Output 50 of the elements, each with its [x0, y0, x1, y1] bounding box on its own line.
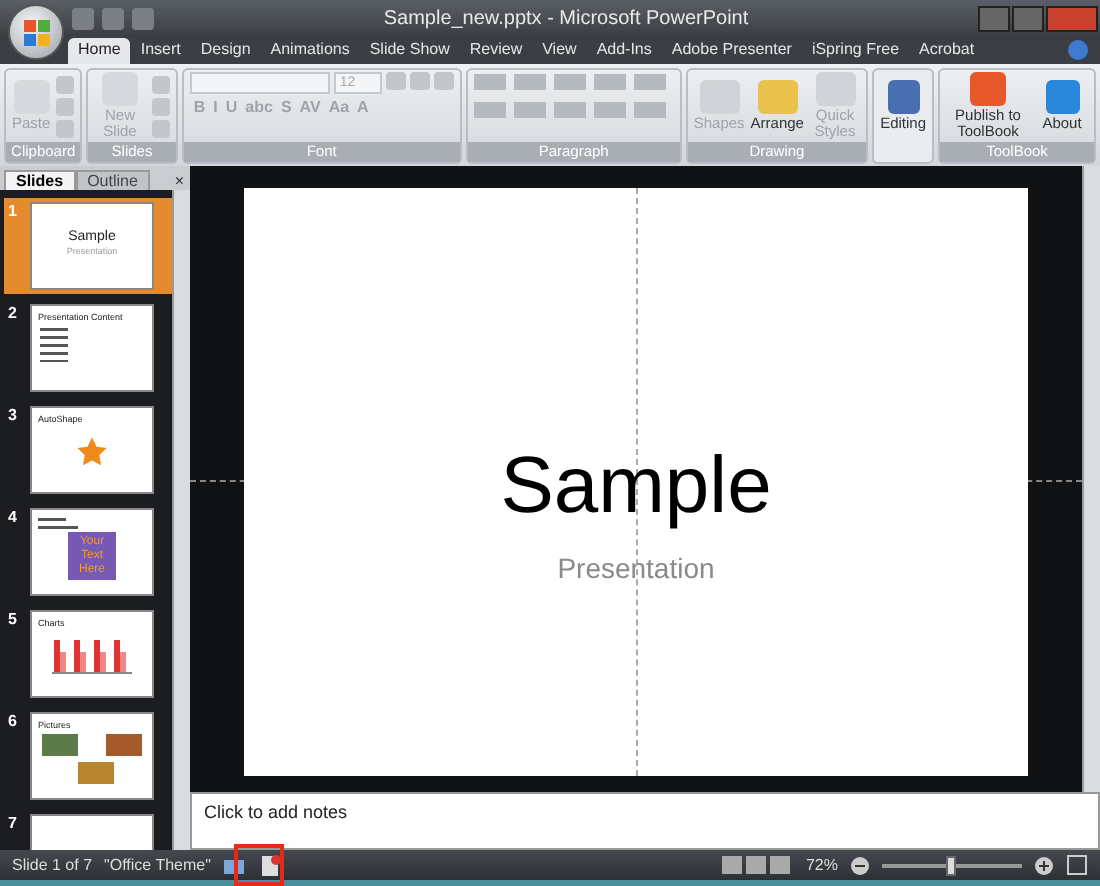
slide-number: 7 [8, 814, 19, 834]
ribbon-tab[interactable]: Insert [130, 38, 191, 64]
ribbon-tab[interactable]: Animations [260, 38, 360, 64]
slide-number: 5 [8, 610, 19, 630]
zoom-out-icon[interactable] [850, 855, 870, 875]
ribbon-tab[interactable]: iSpring Free [801, 38, 910, 64]
toolbar-icon[interactable] [409, 72, 430, 90]
office-button[interactable] [8, 4, 64, 60]
zoom-slider-thumb[interactable] [946, 855, 956, 875]
star-icon [76, 436, 108, 468]
toolbar-icon[interactable] [433, 72, 454, 90]
close-button[interactable]: × [174, 172, 184, 190]
toolbar-icon[interactable] [385, 72, 406, 90]
ribbon-tab[interactable]: Design [190, 38, 261, 64]
slide-title[interactable]: Sample [500, 442, 772, 532]
scrollbar[interactable] [1082, 166, 1100, 792]
help-icon[interactable] [1068, 40, 1088, 60]
font-name-field[interactable] [189, 72, 330, 94]
heading-lines-icon [38, 516, 82, 532]
ribbon-tab[interactable]: Slide Show [359, 38, 460, 64]
highlight-frame [234, 844, 284, 886]
slide-thumbnail-row[interactable]: 7 [4, 810, 172, 850]
slide-number: 4 [8, 508, 19, 528]
ribbon-tab[interactable]: Add-Ins [586, 38, 662, 64]
document-icon[interactable] [258, 853, 283, 877]
ribbon-tab[interactable]: Acrobat [909, 38, 985, 64]
zoom-level: 72% [805, 856, 838, 874]
fit-window-icon[interactable] [1066, 854, 1088, 876]
scrollbar[interactable] [172, 190, 190, 850]
panel-tab[interactable]: Slides [4, 170, 76, 190]
slide-number: 1 [8, 202, 19, 222]
ribbon-tab[interactable]: Home [68, 38, 131, 64]
slide-counter: Slide 1 of 7 [12, 856, 93, 874]
slide-number: 3 [8, 406, 19, 426]
window-title: Sample_new.pptx - Microsoft PowerPoint [381, 7, 751, 29]
maximize-button[interactable] [1012, 5, 1044, 31]
close-button[interactable] [1046, 5, 1098, 31]
slide-number: 2 [8, 304, 19, 324]
ribbon-tab[interactable]: Adobe Presenter [661, 38, 802, 64]
photo-placeholder [38, 730, 146, 790]
ribbon-tab[interactable]: Review [459, 38, 533, 64]
office-logo [23, 19, 49, 45]
minimize-button[interactable] [978, 5, 1010, 31]
view-buttons-icon[interactable] [721, 854, 794, 876]
panel-tab[interactable]: Outline [75, 170, 150, 190]
slide-number: 6 [8, 712, 19, 732]
zoom-in-icon[interactable] [1034, 855, 1054, 875]
theme-name: "Office Theme" [104, 856, 211, 874]
notes-field[interactable]: Click to add notes [190, 792, 1100, 850]
ribbon-tab[interactable]: View [532, 38, 587, 64]
